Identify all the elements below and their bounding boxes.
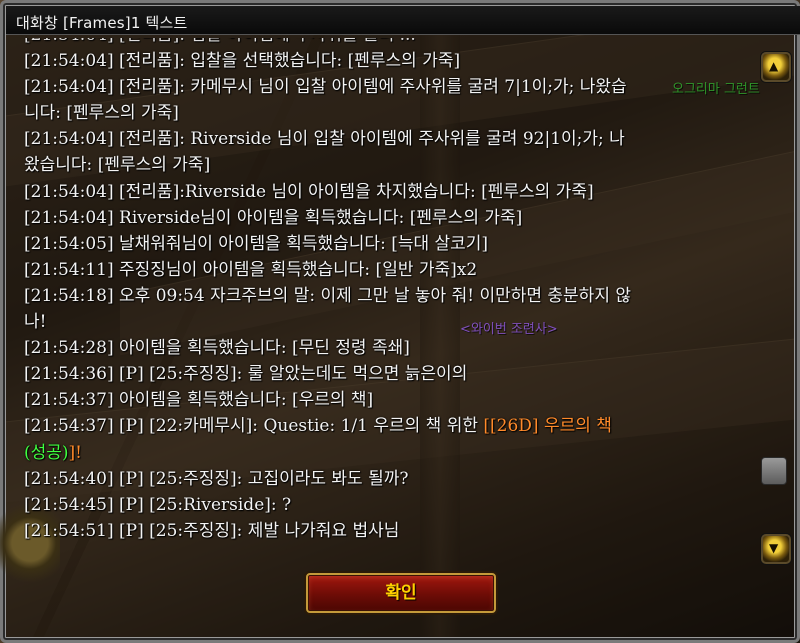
chat-line: [21:54:04] Riverside님이 아이템을 획득했습니다: [펜루스…: [24, 207, 523, 228]
chat-line: [21:54:04] [전리품]: Riverside 님이 입찰 아이템에 주…: [24, 129, 625, 150]
chat-line: [21:54:04] [전리품]: 카메무시 님이 입찰 아이템에 주사위를 굴…: [24, 77, 627, 98]
chevron-up-icon: ▲: [769, 59, 779, 73]
quest-link-close: ]!: [68, 442, 83, 463]
quest-item-link[interactable]: [[26D] 우르의 책: [483, 416, 612, 436]
chat-line-quest: [21:54:37] [P] [22:카메무시]: Questie: 1/1 우…: [24, 413, 744, 439]
chat-log[interactable]: [21:54:04] [전리품]: 입찰 아이템에 주사위를 굴려 ... [2…: [24, 38, 744, 562]
chat-line: 니다: [펜루스의 가죽]: [24, 103, 179, 124]
scroll-up-button[interactable]: ▲: [761, 52, 791, 82]
chat-line-text: [21:54:37] [P] [22:카메무시]: Questie: 1/1 우…: [24, 416, 484, 437]
quest-success-tag: (성공): [24, 442, 69, 463]
chat-line: 나!: [24, 312, 47, 333]
chat-line: [21:54:18] 오후 09:54 자크주브의 말: 이제 그만 날 놓아 …: [24, 285, 632, 306]
confirm-button[interactable]: 확인: [306, 573, 496, 613]
chat-line: [21:54:04] [전리품]:Riverside 님이 아이템을 차지했습니…: [24, 181, 594, 202]
chat-line: [21:54:40] [P] [25:주징징]: 고집이라도 봐도 될까?: [24, 468, 409, 489]
scrollbar-thumb[interactable]: [761, 457, 787, 485]
chat-line: [21:54:45] [P] [25:Riverside]: ?: [24, 494, 292, 515]
title-bar[interactable]: 대화창 [Frames]1 텍스트: [6, 6, 800, 35]
chat-line: [21:54:51] [P] [25:주징징]: 제발 나가줘요 법사님: [24, 520, 400, 541]
window-title: 대화창 [Frames]1 텍스트: [16, 14, 188, 32]
chevron-down-icon: ▼: [769, 541, 779, 555]
chat-line: [21:54:37] 아이템을 획득했습니다: [우르의 책]: [24, 390, 374, 411]
scroll-down-button[interactable]: ▼: [761, 534, 791, 564]
chat-line: [21:54:36] [P] [25:주징징]: 룰 알았는데도 먹으면 늙은이…: [24, 364, 468, 385]
chat-line-quest-cont: (성공)]!: [24, 440, 744, 466]
chat-line: [21:54:04] [전리품]: 입찰 아이템에 주사위를 굴려 ...: [24, 38, 744, 48]
chat-line: [21:54:04] [전리품]: 입찰을 선택했습니다: [펜루스의 가죽]: [24, 51, 461, 72]
chat-line: [21:54:11] 주징징님이 아이템을 획득했습니다: [일반 가죽]x2: [24, 259, 478, 280]
chat-line: [21:54:28] 아이템을 획득했습니다: [무딘 정령 족쇄]: [24, 338, 410, 359]
chat-line: [21:54:05] 날채워줘님이 아이템을 획득했습니다: [늑대 살코기]: [24, 233, 489, 254]
chat-line: 왔습니다: [펜루스의 가죽]: [24, 155, 211, 176]
